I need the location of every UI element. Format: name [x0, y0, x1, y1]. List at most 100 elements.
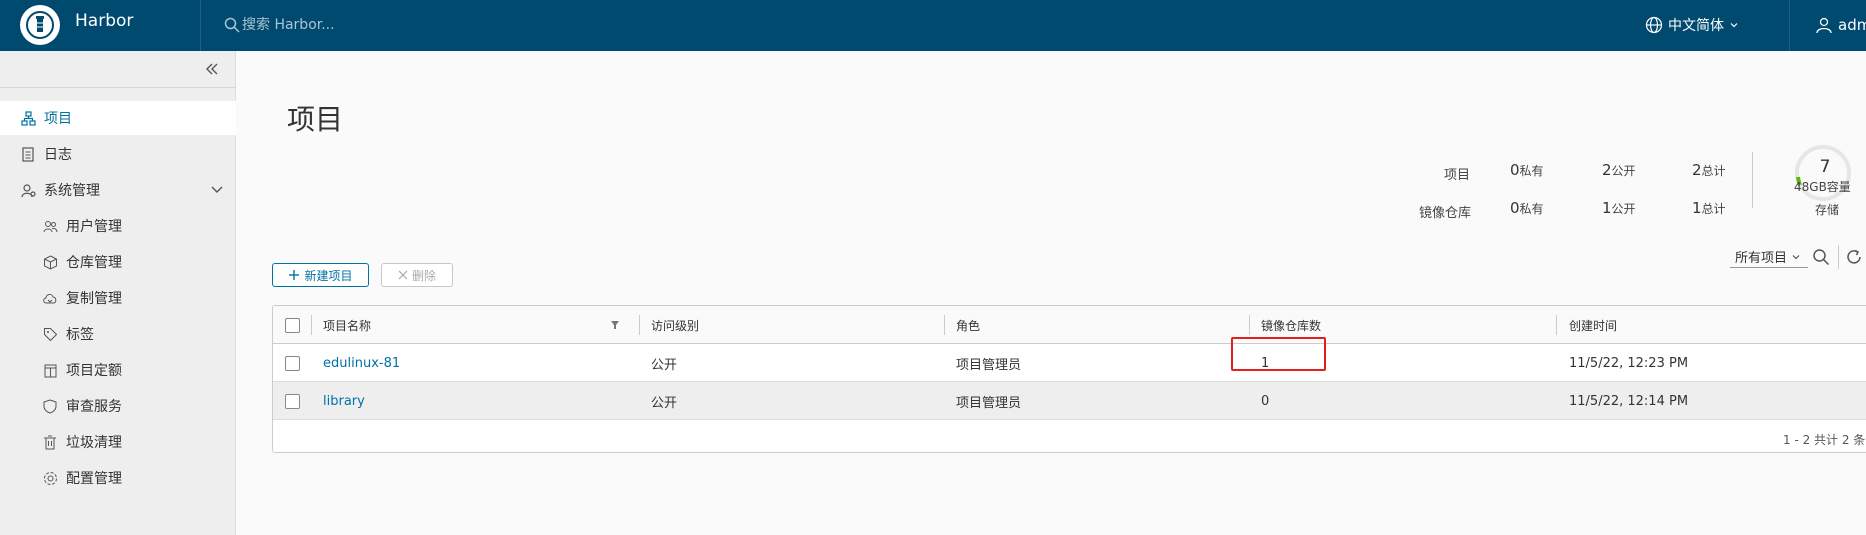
stats-project-total: 2总计 — [1692, 161, 1726, 179]
admin-icon — [20, 182, 36, 198]
language-label: 中文简体 — [1668, 18, 1724, 34]
filter-icon[interactable] — [610, 320, 620, 330]
table-row[interactable]: library 公开 项目管理员 0 11/5/22, 12:14 PM — [273, 382, 1866, 420]
column-header-role[interactable]: 角色 — [956, 306, 980, 344]
language-selector[interactable]: 中文简体 — [1645, 10, 1739, 40]
search-input[interactable] — [242, 13, 502, 37]
globe-icon — [1645, 16, 1663, 34]
creation-time: 11/5/22, 12:23 PM — [1569, 355, 1689, 371]
header-divider — [200, 0, 201, 51]
sidebar-item-configuration[interactable]: 配置管理 — [0, 461, 236, 495]
user-menu[interactable]: admin — [1815, 10, 1866, 40]
role: 项目管理员 — [956, 357, 1022, 373]
sidebar-item-admin[interactable]: 系统管理 — [0, 173, 236, 207]
storage-value: 7 — [1819, 157, 1831, 177]
column-header-access[interactable]: 访问级别 — [651, 306, 699, 344]
quota-icon — [42, 362, 58, 378]
new-project-button[interactable]: 新建项目 — [272, 263, 369, 287]
sidebar-item-label: 用户管理 — [66, 219, 122, 235]
column-separator — [1249, 315, 1250, 335]
search-icon[interactable] — [1812, 248, 1830, 266]
sidebar-item-scanners[interactable]: 审查服务 — [0, 389, 236, 423]
sidebar-collapse-button[interactable] — [205, 61, 230, 81]
project-filter-select[interactable]: 所有项目 — [1730, 246, 1808, 268]
harbor-logo[interactable] — [20, 5, 60, 45]
stats-project-public: 2公开 — [1602, 161, 1636, 179]
settings-icon — [42, 470, 58, 486]
search-icon — [224, 17, 240, 33]
column-header-created[interactable]: 创建时间 — [1569, 306, 1617, 344]
column-separator — [311, 315, 312, 335]
filter-value: 所有项目 — [1735, 251, 1788, 266]
sidebar-item-users[interactable]: 用户管理 — [0, 209, 236, 243]
stats-divider — [1752, 152, 1753, 208]
double-chevron-left-icon — [206, 63, 218, 75]
projects-table: 项目名称 访问级别 角色 镜像仓库数 创建时间 edulinux-81 公开 项… — [272, 305, 1866, 453]
trash-icon — [42, 434, 58, 450]
stats-project-label: 项目 — [1443, 168, 1470, 183]
storage-capacity: 48GB容量 — [1794, 180, 1851, 194]
pagination-summary: 1 - 2 共计 2 条记录 — [1783, 433, 1866, 447]
brand-name[interactable]: Harbor — [75, 11, 133, 31]
toolbar-divider — [1838, 245, 1839, 269]
project-icon — [20, 110, 36, 126]
header-divider-right — [1789, 0, 1790, 51]
delete-button[interactable]: 删除 — [381, 263, 453, 287]
stats-repo-total: 1总计 — [1692, 199, 1726, 217]
close-icon — [398, 270, 408, 280]
lighthouse-icon — [26, 11, 54, 39]
table-footer: 1 - 2 共计 2 条记录 — [273, 422, 1866, 452]
select-all-cell — [285, 306, 300, 344]
sidebar-item-labels[interactable]: 标签 — [0, 317, 236, 351]
column-separator — [944, 315, 945, 335]
column-separator — [639, 315, 640, 335]
annotation-highlight-box — [1231, 337, 1326, 371]
row-checkbox[interactable] — [285, 393, 300, 409]
sidebar-item-projects[interactable]: 项目 — [0, 101, 236, 135]
table-header: 项目名称 访问级别 角色 镜像仓库数 创建时间 — [273, 306, 1866, 344]
users-icon — [42, 218, 58, 234]
chevron-down-icon — [1792, 254, 1800, 259]
stats-repo-private: 0私有 — [1510, 199, 1544, 217]
sidebar-item-quotas[interactable]: 项目定额 — [0, 353, 236, 387]
sidebar: 项目 日志 系统管理 用户管理 仓库管理 复制管理 标签 项目定额 审查服务 垃… — [0, 51, 236, 535]
column-header-name[interactable]: 项目名称 — [323, 306, 371, 344]
storage-label: 存储 — [1815, 203, 1840, 217]
log-icon — [20, 146, 36, 162]
sidebar-item-label: 项目定额 — [66, 363, 122, 379]
sidebar-item-label: 标签 — [66, 327, 94, 343]
repo-count: 0 — [1261, 393, 1270, 409]
sidebar-item-gc[interactable]: 垃圾清理 — [0, 425, 236, 459]
sidebar-item-label: 配置管理 — [66, 471, 122, 487]
sidebar-item-label: 日志 — [44, 147, 72, 163]
chevron-down-icon — [211, 186, 223, 193]
registry-icon — [42, 254, 58, 270]
top-header: Harbor 中文简体 admin — [0, 0, 1866, 51]
sidebar-item-replications[interactable]: 复制管理 — [0, 281, 236, 315]
user-icon — [1816, 17, 1832, 34]
access-level: 公开 — [651, 357, 678, 373]
role: 项目管理员 — [956, 395, 1022, 411]
row-checkbox[interactable] — [285, 355, 300, 371]
replication-icon — [42, 290, 58, 306]
shield-icon — [42, 398, 58, 414]
global-search[interactable] — [222, 8, 522, 42]
sidebar-item-label: 系统管理 — [44, 183, 100, 199]
delete-label: 删除 — [411, 268, 436, 283]
refresh-icon[interactable] — [1845, 248, 1863, 266]
tag-icon — [42, 326, 58, 342]
project-name-link[interactable]: edulinux-81 — [323, 344, 400, 382]
creation-time: 11/5/22, 12:14 PM — [1569, 393, 1689, 409]
project-name-link[interactable]: library — [323, 382, 365, 420]
sidebar-item-label: 仓库管理 — [66, 255, 122, 271]
sidebar-item-logs[interactable]: 日志 — [0, 137, 236, 171]
table-row[interactable]: edulinux-81 公开 项目管理员 1 11/5/22, 12:23 PM — [273, 344, 1866, 382]
sidebar-item-label: 复制管理 — [66, 291, 122, 307]
sidebar-item-registries[interactable]: 仓库管理 — [0, 245, 236, 279]
select-all-checkbox[interactable] — [285, 317, 300, 333]
chevron-down-icon — [1730, 23, 1738, 28]
sidebar-item-label: 垃圾清理 — [66, 435, 122, 451]
column-separator — [1556, 315, 1557, 335]
stats-project-private: 0私有 — [1510, 161, 1544, 179]
sidebar-item-label: 项目 — [44, 111, 72, 127]
